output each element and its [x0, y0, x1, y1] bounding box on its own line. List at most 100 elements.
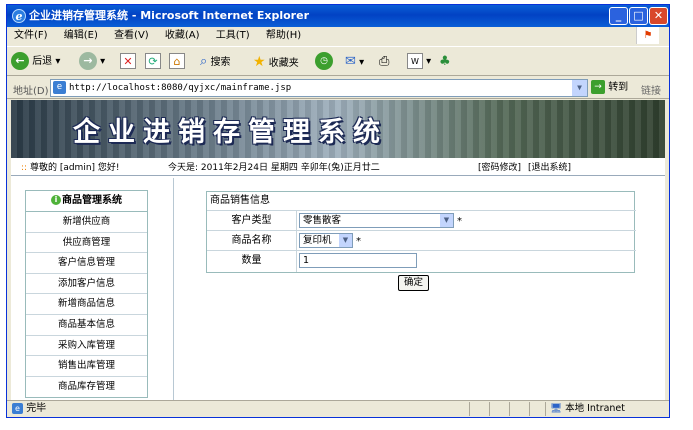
- maximize-button[interactable]: □: [629, 7, 648, 25]
- title-bar: e 企业进销存管理系统 - Microsoft Internet Explore…: [7, 5, 669, 27]
- customer-type-select[interactable]: 零售散客 ▼: [299, 213, 454, 228]
- bullet-icon: ::: [21, 163, 28, 173]
- submit-button[interactable]: 确定: [398, 275, 429, 291]
- messenger-icon: ♣: [439, 54, 451, 69]
- menu-file[interactable]: 文件(F): [14, 30, 48, 41]
- status-divider: [529, 402, 530, 416]
- go-label: 转到: [608, 82, 629, 93]
- logout-link[interactable]: [退出系统]: [528, 160, 571, 176]
- menu-tools[interactable]: 工具(T): [216, 30, 250, 41]
- back-label: 后退: [32, 56, 53, 67]
- sidebar-item-inventory[interactable]: 商品库存管理: [26, 377, 147, 398]
- go-button[interactable]: → 转到: [591, 80, 628, 96]
- history-button[interactable]: ◷: [315, 51, 333, 73]
- sidebar-item-add-customer[interactable]: 添加客户信息: [26, 274, 147, 295]
- toolbar: ← 后退 ▾ → ▾ ✕ ⟳ ⌂ ⌕ 搜索 ★ 收藏夹 ◷ ✉ ▾ ⎙ W ▾ …: [7, 46, 669, 76]
- status-divider: [469, 402, 470, 416]
- favorites-label: 收藏夹: [268, 58, 299, 69]
- sidebar-item-new-supplier[interactable]: 新增供应商: [26, 212, 147, 233]
- zone-text: 本地 Intranet: [565, 403, 625, 414]
- change-password-link[interactable]: [密码修改]: [478, 160, 521, 176]
- edit-icon: W: [407, 53, 423, 69]
- product-name-select[interactable]: 复印机 ▼: [299, 233, 353, 248]
- customer-type-value: 零售散客: [303, 215, 342, 226]
- forward-arrow-icon: →: [79, 52, 97, 70]
- sidebar-item-customer-management[interactable]: 客户信息管理: [26, 253, 147, 274]
- address-url: http://localhost:8080/qyjxc/mainframe.js…: [69, 83, 292, 93]
- required-mark: *: [457, 216, 462, 227]
- home-button[interactable]: ⌂: [169, 51, 185, 73]
- go-arrow-icon: →: [591, 80, 605, 94]
- sidebar-item-sales-outbound[interactable]: 销售出库管理: [26, 356, 147, 377]
- form-row-product: 商品名称 复印机 ▼ *: [207, 231, 636, 251]
- sidebar-item-purchase-inbound[interactable]: 采购入库管理: [26, 336, 147, 357]
- minimize-button[interactable]: _: [609, 7, 628, 25]
- page-content: 企业进销存管理系统 :: 尊敬的 [admin] 您好! 今天是: 2011年2…: [11, 100, 665, 400]
- status-divider: [509, 402, 510, 416]
- status-divider: [489, 402, 490, 416]
- window-title: 企业进销存管理系统 - Microsoft Internet Explorer: [29, 9, 309, 22]
- address-input[interactable]: e http://localhost:8080/qyjxc/mainframe.…: [50, 79, 588, 97]
- menu-edit[interactable]: 编辑(E): [64, 30, 98, 41]
- back-button[interactable]: ← 后退 ▾: [11, 51, 60, 73]
- greeting-text: 尊敬的 [admin] 您好!: [29, 163, 120, 173]
- address-dropdown-button[interactable]: ▼: [572, 80, 587, 96]
- info-icon: i: [51, 195, 61, 205]
- edit-button[interactable]: W ▾: [407, 51, 431, 73]
- required-mark: *: [356, 236, 361, 247]
- form-row-customer-type: 客户类型 零售散客 ▼ *: [207, 211, 636, 231]
- star-icon: ★: [253, 54, 266, 70]
- form-title: 商品销售信息: [207, 192, 636, 211]
- product-name-value: 复印机: [303, 235, 332, 246]
- chevron-down-icon: ▼: [339, 234, 352, 247]
- search-button[interactable]: ⌕ 搜索: [200, 51, 230, 73]
- forward-button[interactable]: → ▾: [79, 51, 105, 73]
- greeting: :: 尊敬的 [admin] 您好!: [21, 160, 120, 176]
- intranet-icon: 🖥: [550, 403, 563, 414]
- menu-view[interactable]: 查看(V): [114, 30, 149, 41]
- favorites-button[interactable]: ★ 收藏夹: [253, 51, 299, 73]
- page-status-icon: e: [12, 403, 23, 414]
- page-icon: e: [53, 81, 66, 94]
- print-button[interactable]: ⎙: [379, 51, 389, 73]
- product-name-label: 商品名称: [207, 231, 297, 250]
- mail-icon: ✉: [345, 54, 356, 69]
- menu-bar: 文件(F) 编辑(E) 查看(V) 收藏(A) 工具(T) 帮助(H) ⚑: [7, 27, 669, 45]
- address-label: 地址(D): [13, 86, 49, 97]
- mail-button[interactable]: ✉ ▾: [345, 51, 364, 73]
- chevron-down-icon: ▼: [440, 214, 453, 227]
- ie-icon: e: [12, 9, 26, 23]
- menu-favorites[interactable]: 收藏(A): [165, 30, 200, 41]
- sales-form: 商品销售信息 客户类型 零售散客 ▼ * 商品名称 复印机 ▼ * 数量 1: [206, 191, 636, 273]
- messenger-button[interactable]: ♣: [439, 51, 451, 73]
- links-button[interactable]: 链接: [641, 82, 661, 97]
- home-icon: ⌂: [169, 53, 185, 69]
- print-icon: ⎙: [379, 54, 390, 69]
- search-icon: ⌕: [200, 54, 208, 69]
- sidebar: i 商品管理系统 新增供应商 供应商管理 客户信息管理 添加客户信息 新增商品信息…: [25, 190, 148, 398]
- sidebar-header-text: 商品管理系统: [62, 195, 122, 206]
- scrollbar[interactable]: [665, 100, 669, 400]
- sidebar-item-new-product[interactable]: 新增商品信息: [26, 294, 147, 315]
- stop-button[interactable]: ✕: [120, 51, 136, 73]
- customer-type-label: 客户类型: [207, 211, 297, 230]
- history-icon: ◷: [315, 52, 333, 70]
- quantity-input[interactable]: 1: [299, 253, 417, 268]
- search-label: 搜索: [210, 57, 231, 68]
- today-date: 今天是: 2011年2月24日 星期四 辛卯年(兔)正月廿二: [168, 163, 380, 173]
- menu-help[interactable]: 帮助(H): [266, 30, 301, 41]
- sidebar-item-supplier-management[interactable]: 供应商管理: [26, 233, 147, 254]
- status-done: e 完毕: [12, 401, 46, 417]
- stop-icon: ✕: [120, 53, 136, 69]
- close-button[interactable]: ✕: [649, 7, 668, 25]
- refresh-button[interactable]: ⟳: [145, 51, 161, 73]
- refresh-icon: ⟳: [145, 53, 161, 69]
- security-zone: 🖥 本地 Intranet: [545, 402, 625, 416]
- banner-title: 企业进销存管理系统: [73, 117, 388, 148]
- divider: [173, 178, 174, 400]
- address-bar: 地址(D) e http://localhost:8080/qyjxc/main…: [7, 77, 669, 99]
- sidebar-item-product-info[interactable]: 商品基本信息: [26, 315, 147, 336]
- sidebar-header: i 商品管理系统: [26, 191, 147, 212]
- banner: 企业进销存管理系统: [11, 100, 665, 158]
- status-bar: e 完毕 🖥 本地 Intranet: [7, 400, 669, 417]
